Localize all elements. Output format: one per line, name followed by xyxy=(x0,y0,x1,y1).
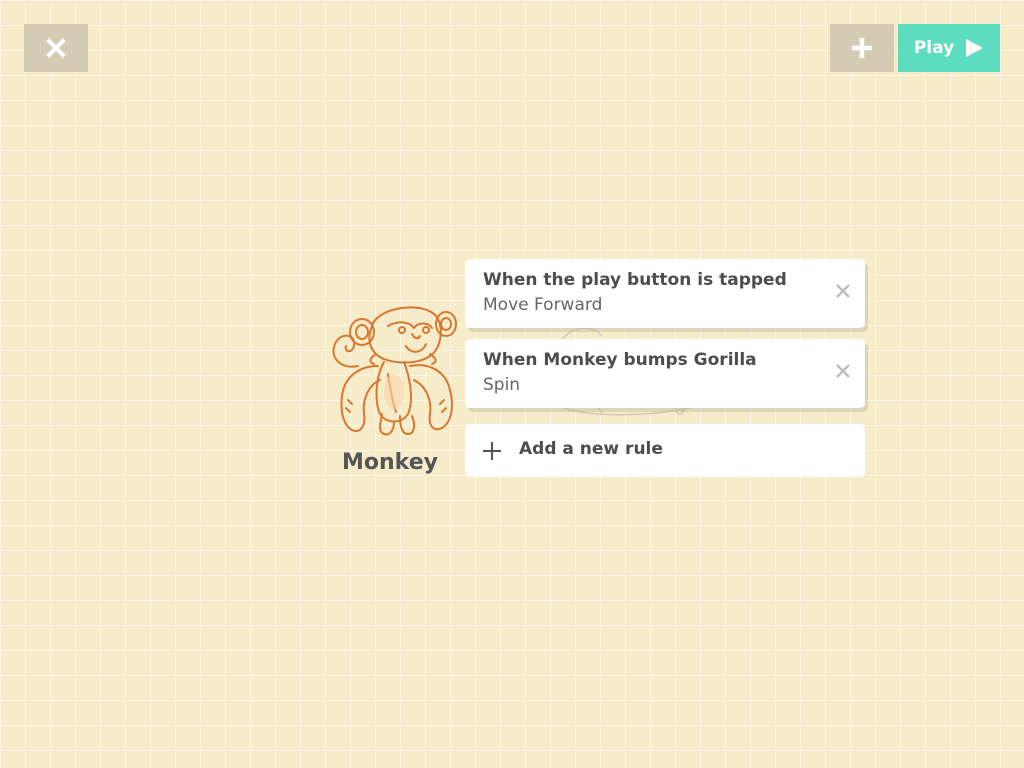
add-rule-label: Add a new rule xyxy=(519,439,663,459)
character-monkey[interactable]: Monkey xyxy=(318,296,462,486)
rule-action: Spin xyxy=(483,375,521,395)
rule-trigger: When the play button is tapped xyxy=(483,270,787,290)
rule-action: Move Forward xyxy=(483,295,603,315)
rule-card[interactable]: When the play button is tapped Move Forw… xyxy=(465,259,865,328)
plus-icon xyxy=(483,442,501,460)
play-label: Play xyxy=(913,38,955,58)
plus-icon xyxy=(852,38,872,58)
rule-card[interactable]: When Monkey bumps Gorilla Spin xyxy=(465,339,865,408)
character-name: Monkey xyxy=(342,450,438,475)
rule-trigger: When Monkey bumps Gorilla xyxy=(483,350,757,370)
remove-rule-icon[interactable] xyxy=(835,283,851,299)
close-button[interactable] xyxy=(24,24,88,72)
add-rule-button[interactable]: Add a new rule xyxy=(465,424,865,477)
play-triangle-icon xyxy=(966,39,984,57)
play-button[interactable]: Play xyxy=(898,24,1000,72)
monkey-illustration xyxy=(332,306,457,436)
add-button[interactable] xyxy=(830,24,894,72)
close-icon xyxy=(46,38,66,58)
remove-rule-icon[interactable] xyxy=(835,363,851,379)
